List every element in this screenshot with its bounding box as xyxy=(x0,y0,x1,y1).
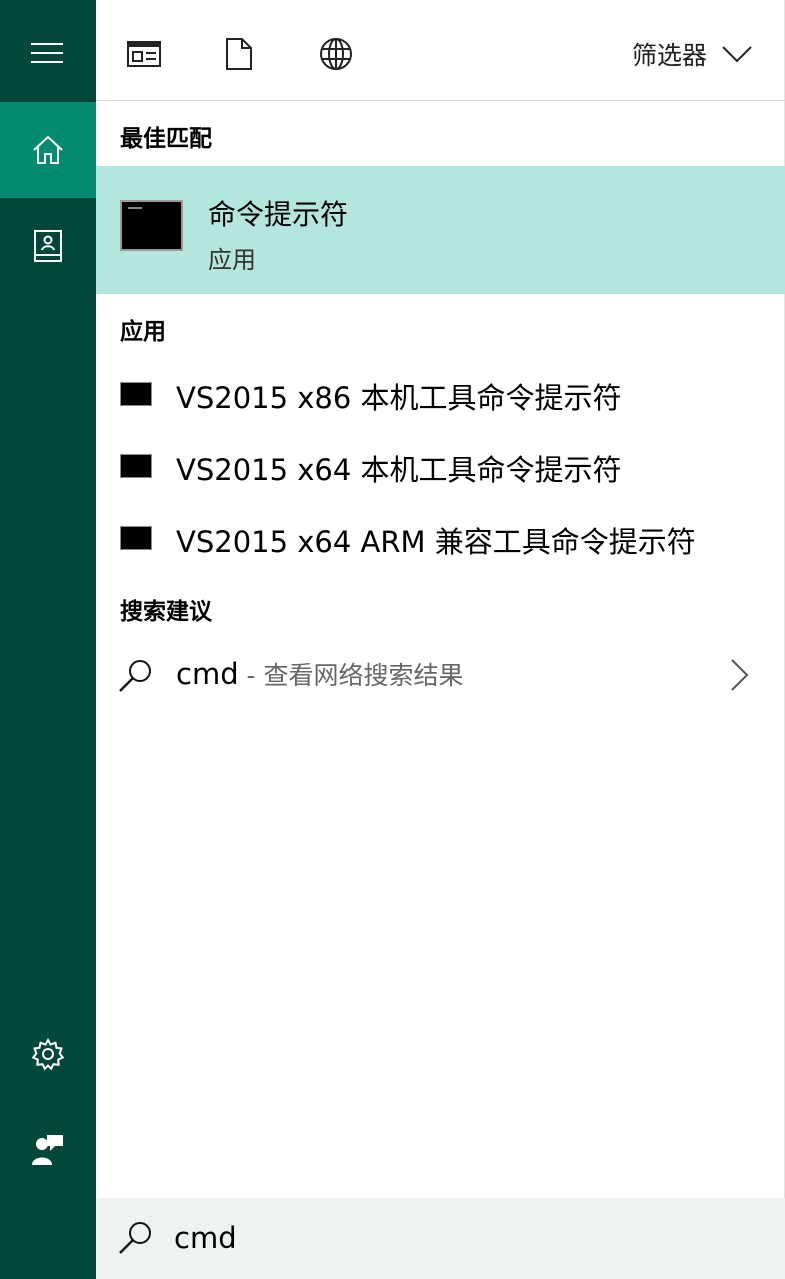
app-result-item[interactable]: VS2015 x64 ARM 兼容工具命令提示符 xyxy=(96,503,785,573)
app-result-label: VS2015 x86 本机工具命令提示符 xyxy=(176,381,622,415)
command-prompt-icon xyxy=(120,382,152,406)
gear-icon xyxy=(31,1037,65,1071)
web-icon xyxy=(320,38,352,70)
sidebar-item-notebook[interactable] xyxy=(0,198,96,294)
best-match-subtitle: 应用 xyxy=(208,246,256,274)
best-match-result[interactable]: 命令提示符 应用 xyxy=(96,166,785,294)
best-match-heading: 最佳匹配 xyxy=(120,126,212,152)
best-match-title: 命令提示符 xyxy=(208,198,349,231)
apps-heading: 应用 xyxy=(120,319,166,345)
search-input[interactable] xyxy=(174,1216,734,1260)
apps-filter-button[interactable] xyxy=(124,34,164,74)
search-box xyxy=(96,1198,785,1279)
home-icon xyxy=(33,135,63,164)
app-result-label: VS2015 x64 本机工具命令提示符 xyxy=(176,453,622,487)
filter-dropdown[interactable]: 筛选器 xyxy=(632,34,753,74)
chevron-right-icon xyxy=(731,659,749,691)
feedback-icon xyxy=(32,1135,63,1165)
command-prompt-icon xyxy=(120,200,183,251)
suggestion-text: cmd - 查看网络搜索结果 xyxy=(176,656,464,692)
search-suggestions-heading: 搜索建议 xyxy=(120,599,212,625)
command-prompt-icon xyxy=(120,454,152,478)
search-results-panel: 筛选器 最佳匹配 命令提示符 应用 应用 VS2015 x86 本机工具命令提示… xyxy=(96,0,785,1279)
suggestion-hint: - 查看网络搜索结果 xyxy=(238,661,464,690)
filter-bar: 筛选器 xyxy=(96,0,785,101)
hamburger-menu-icon xyxy=(31,43,63,63)
suggestion-query: cmd xyxy=(176,657,239,691)
notebook-icon xyxy=(34,230,62,262)
filter-label: 筛选器 xyxy=(631,41,707,70)
sidebar-item-home[interactable] xyxy=(0,102,96,198)
app-result-label: VS2015 x64 ARM 兼容工具命令提示符 xyxy=(176,525,696,559)
documents-filter-button[interactable] xyxy=(219,34,259,74)
sidebar-item-feedback[interactable] xyxy=(0,1102,96,1198)
search-icon xyxy=(119,660,151,692)
apps-icon xyxy=(127,41,161,67)
app-result-item[interactable]: VS2015 x64 本机工具命令提示符 xyxy=(96,431,785,501)
chevron-down-icon xyxy=(722,46,752,63)
web-search-suggestion[interactable]: cmd - 查看网络搜索结果 xyxy=(96,640,785,712)
web-filter-button[interactable] xyxy=(316,34,356,74)
command-prompt-icon xyxy=(120,526,152,550)
documents-icon xyxy=(226,38,252,70)
sidebar-item-settings[interactable] xyxy=(0,1006,96,1102)
app-result-item[interactable]: VS2015 x86 本机工具命令提示符 xyxy=(96,359,785,429)
sidebar xyxy=(0,0,96,1279)
search-icon xyxy=(119,1222,151,1254)
menu-button[interactable] xyxy=(0,5,96,101)
